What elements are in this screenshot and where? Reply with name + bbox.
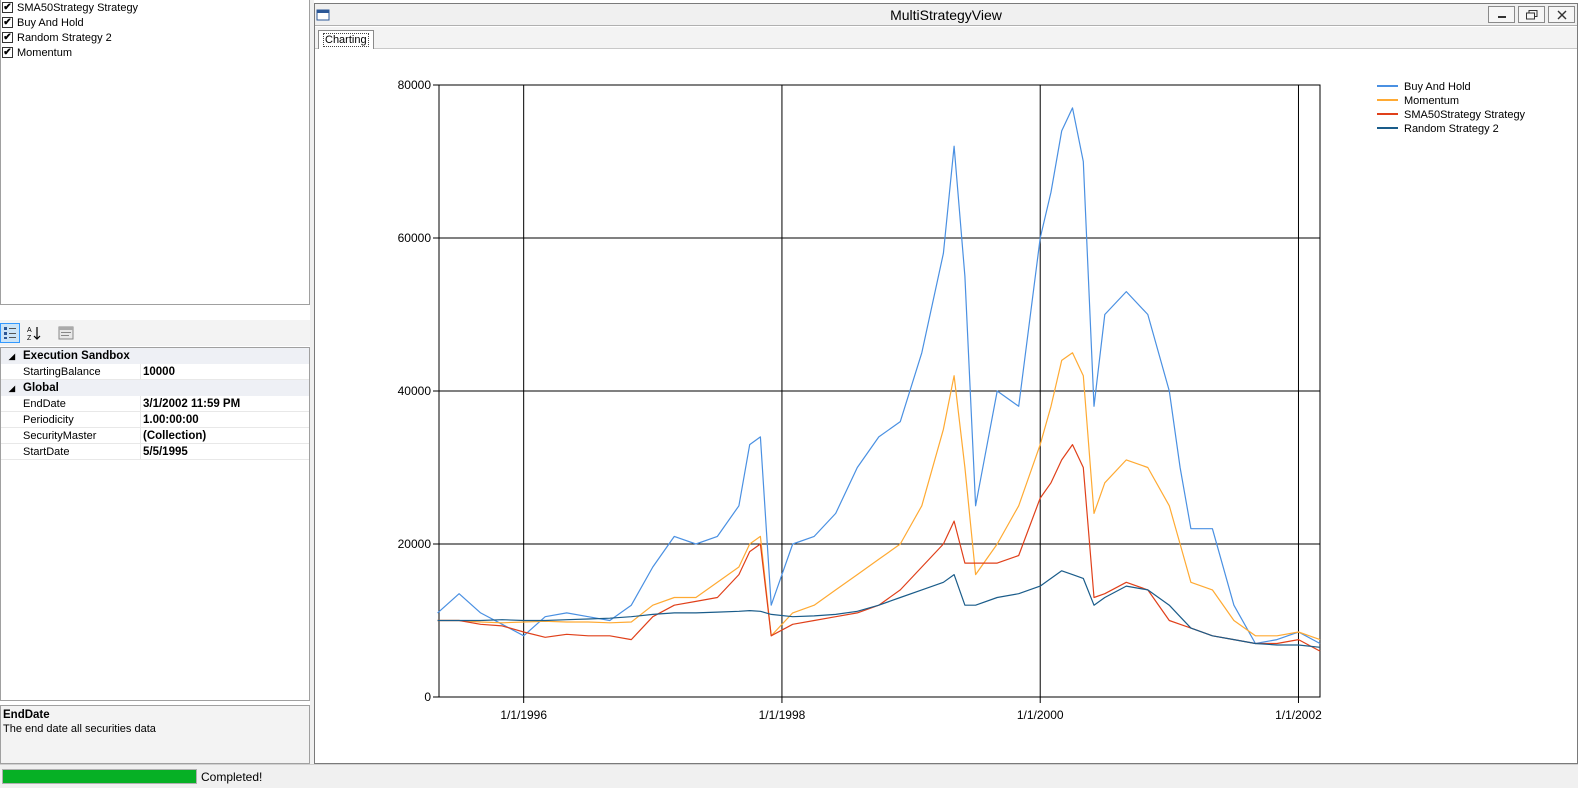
property-pages-icon[interactable]	[56, 323, 76, 343]
property-value[interactable]: 3/1/2002 11:59 PM	[141, 398, 240, 410]
legend-entry: Momentum	[1404, 95, 1459, 107]
y-tick-label: 20000	[398, 537, 432, 551]
minimize-button[interactable]	[1488, 6, 1515, 23]
property-value[interactable]: 1.00:00:00	[141, 414, 199, 426]
strategy-label: Momentum	[17, 46, 73, 59]
property-name: StartDate	[1, 444, 141, 459]
svg-text:Z: Z	[27, 335, 32, 341]
status-bar: Completed!	[0, 764, 1578, 788]
strategy-checkbox[interactable]: ✔	[2, 47, 13, 58]
property-name: SecurityMaster	[1, 428, 141, 443]
category-name: Execution Sandbox	[23, 350, 130, 362]
strategy-checkbox[interactable]: ✔	[2, 2, 13, 13]
equity-line-chart: 0 20000 40000 60000 80000 1/1/1996 1/1/1998 1/1…	[398, 78, 1526, 722]
property-category[interactable]: ◢ Execution Sandbox	[1, 348, 309, 364]
property-row[interactable]: SecurityMaster (Collection)	[1, 428, 309, 444]
y-tick-label: 0	[424, 690, 431, 704]
legend-entry: Buy And Hold	[1404, 81, 1471, 93]
property-category[interactable]: ◢ Global	[1, 380, 309, 396]
category-name: Global	[23, 382, 59, 394]
property-value[interactable]: (Collection)	[141, 430, 206, 442]
property-name: StartingBalance	[1, 364, 141, 379]
series-line	[437, 570, 1321, 648]
multi-strategy-window: MultiStrategyView Charting 0 20000 40000 60…	[314, 3, 1578, 764]
svg-text:A: A	[27, 327, 32, 334]
property-row[interactable]: StartDate 5/5/1995	[1, 444, 309, 460]
tab-charting-label: Charting	[323, 33, 369, 47]
x-tick-label: 1/1/1998	[759, 708, 806, 722]
tab-charting[interactable]: Charting	[318, 30, 374, 49]
legend-entry: SMA50Strategy Strategy	[1404, 109, 1526, 121]
restore-icon	[1525, 9, 1537, 19]
strategy-item[interactable]: ✔ Momentum	[1, 45, 309, 60]
strategy-item[interactable]: ✔ SMA50Strategy Strategy	[1, 0, 309, 15]
series-line	[437, 107, 1321, 645]
strategy-checklist[interactable]: ✔ SMA50Strategy Strategy ✔ Buy And Hold ✔ Ran…	[0, 0, 310, 305]
strategy-checkbox[interactable]: ✔	[2, 17, 13, 28]
close-button[interactable]	[1548, 6, 1575, 23]
collapse-triangle-icon[interactable]: ◢	[1, 352, 23, 361]
status-text: Completed!	[201, 770, 263, 784]
x-tick-label: 1/1/1996	[500, 708, 547, 722]
left-panel: ✔ SMA50Strategy Strategy ✔ Buy And Hold ✔ Ran…	[0, 0, 310, 764]
collapse-triangle-icon[interactable]: ◢	[1, 384, 23, 393]
progress-bar	[2, 769, 197, 784]
minimize-icon	[1497, 15, 1506, 18]
series-line	[437, 352, 1321, 641]
strategy-label: SMA50Strategy Strategy	[17, 1, 139, 14]
property-row[interactable]: EndDate 3/1/2002 11:59 PM	[1, 396, 309, 412]
property-row[interactable]: Periodicity 1.00:00:00	[1, 412, 309, 428]
strategy-item[interactable]: ✔ Buy And Hold	[1, 15, 309, 30]
property-grid: ◢ Execution Sandbox StartingBalance 10000 ◢ G…	[0, 347, 310, 701]
property-row[interactable]: StartingBalance 10000	[1, 364, 309, 380]
strategy-label: Random Strategy 2	[17, 31, 112, 44]
window-title: MultiStrategyView	[890, 7, 1002, 23]
tab-bar: Charting	[315, 27, 1577, 49]
strategy-item[interactable]: ✔ Random Strategy 2	[1, 30, 309, 45]
property-name: EndDate	[1, 396, 141, 411]
property-name: Periodicity	[1, 412, 141, 427]
description-text: The end date all securities data	[3, 723, 156, 735]
window-title-bar[interactable]: MultiStrategyView	[315, 4, 1577, 26]
y-tick-label: 80000	[398, 78, 432, 92]
description-title: EndDate	[3, 709, 50, 721]
close-icon	[1557, 10, 1566, 19]
property-grid-toolbar: AZ	[0, 320, 310, 346]
property-value[interactable]: 10000	[141, 366, 175, 378]
categorized-icon[interactable]	[0, 323, 20, 343]
sort-az-icon[interactable]: AZ	[24, 323, 44, 343]
y-tick-label: 60000	[398, 231, 432, 245]
x-tick-label: 1/1/2000	[1017, 708, 1064, 722]
strategy-checkbox[interactable]: ✔	[2, 32, 13, 43]
x-tick-label: 1/1/2002	[1275, 708, 1322, 722]
restore-button[interactable]	[1518, 6, 1545, 23]
property-value[interactable]: 5/5/1995	[141, 446, 188, 458]
legend-entry: Random Strategy 2	[1404, 123, 1499, 135]
property-description: EndDate The end date all securities data	[0, 705, 310, 764]
progress-fill	[3, 770, 196, 783]
strategy-label: Buy And Hold	[17, 16, 84, 29]
y-tick-label: 40000	[398, 384, 432, 398]
